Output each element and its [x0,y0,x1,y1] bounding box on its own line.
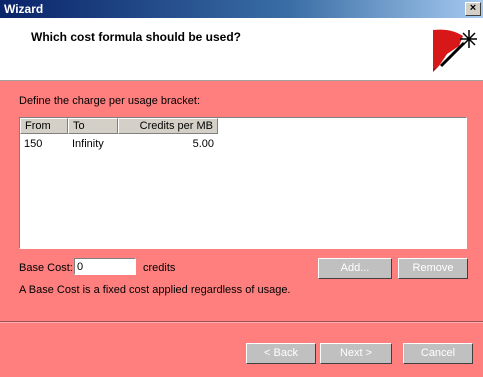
cell-from: 150 [24,138,43,150]
cancel-button[interactable]: Cancel [403,343,473,364]
magic-wand-icon [433,29,477,72]
cell-to: Infinity [72,138,104,150]
remove-button[interactable]: Remove [398,258,468,279]
usage-bracket-list[interactable]: From To Credits per MB 150 Infinity 5.00 [19,117,467,249]
cell-credits: 5.00 [192,138,214,150]
back-button[interactable]: < Back [246,343,316,364]
list-header: From To Credits per MB [20,118,218,134]
column-header-from[interactable]: From [20,118,68,134]
define-label: Define the charge per usage bracket: [19,95,201,107]
add-button[interactable]: Add... [318,258,392,279]
base-cost-label: Base Cost: [19,262,73,274]
title-bar: Wizard × [0,0,483,18]
page-heading: Which cost formula should be used? [31,30,242,44]
close-icon: × [469,2,477,14]
column-header-to[interactable]: To [68,118,118,134]
close-button[interactable]: × [465,2,481,16]
wizard-header: Which cost formula should be used? [0,18,483,81]
wizard-body: Define the charge per usage bracket: Fro… [0,81,483,377]
window-title: Wizard [4,2,44,16]
credits-label: credits [143,262,176,274]
column-header-credits-per-mb[interactable]: Credits per MB [118,118,218,134]
base-cost-input[interactable] [74,258,136,275]
footer-separator [0,321,483,323]
base-cost-note: A Base Cost is a fixed cost applied rega… [19,284,291,296]
table-row[interactable]: 150 Infinity 5.00 [20,137,218,151]
next-button[interactable]: Next > [320,343,392,364]
